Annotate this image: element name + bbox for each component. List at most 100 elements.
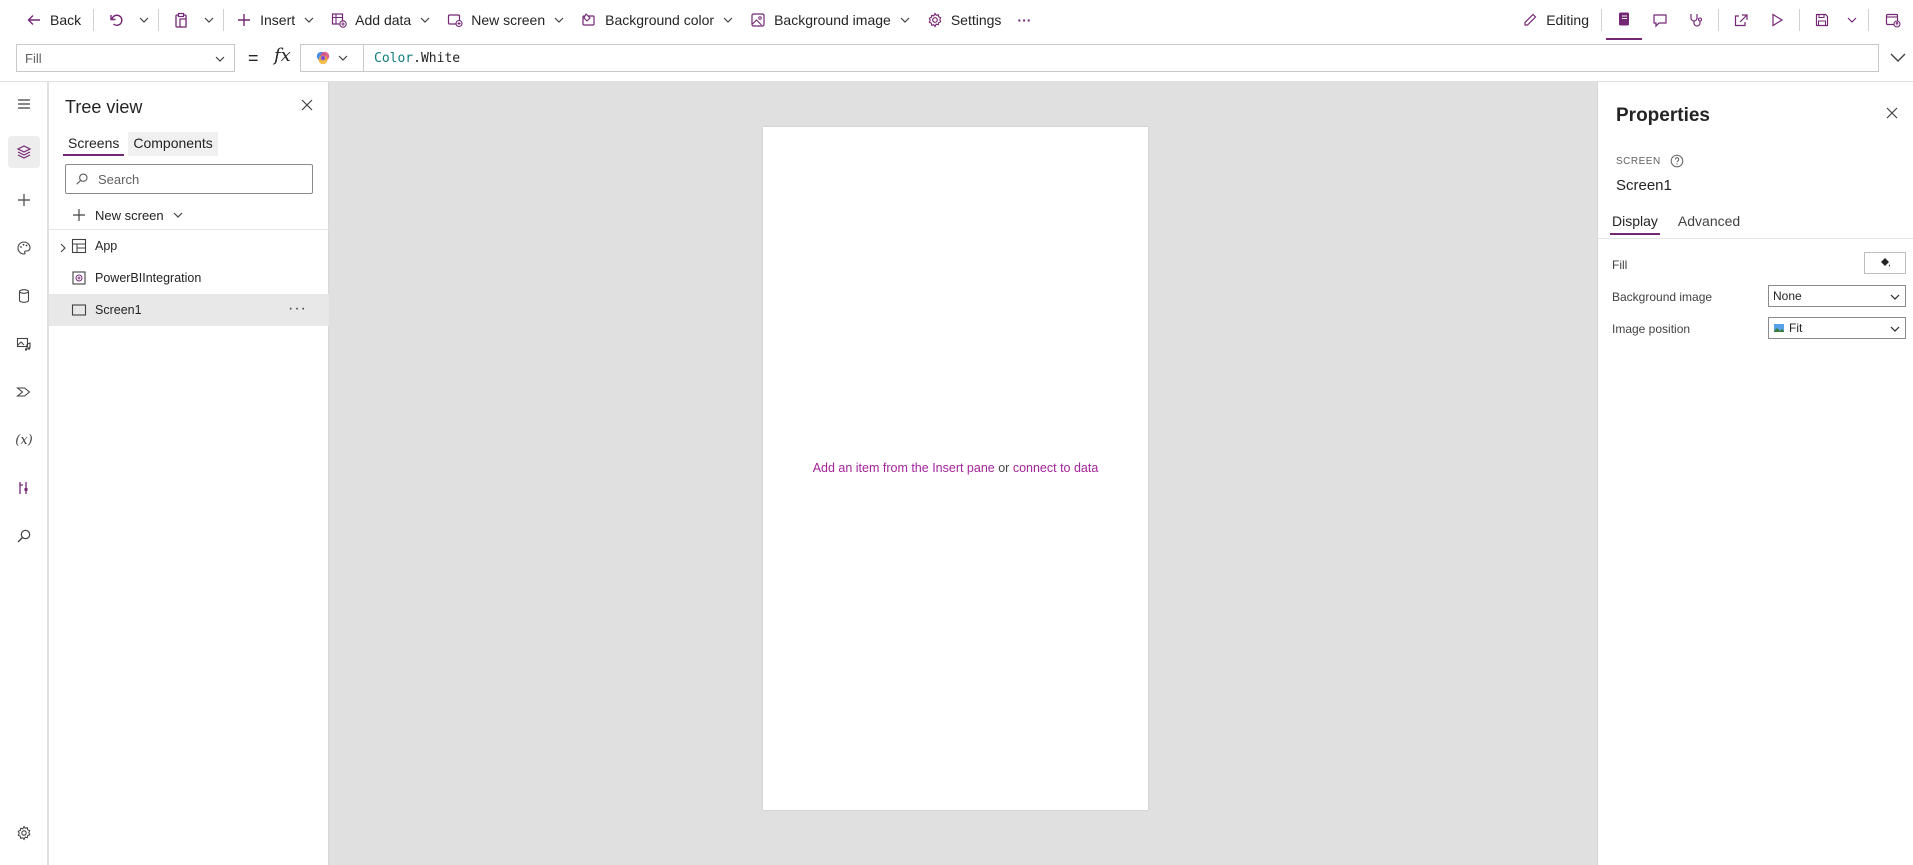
share-button[interactable] <box>1723 4 1759 36</box>
tree-item-powerbiintegration[interactable]: PowerBIIntegration <box>49 262 329 294</box>
connect-to-data-link[interactable]: connect to data <box>1013 461 1098 475</box>
save-dropdown-button[interactable] <box>1840 4 1864 36</box>
paste-dropdown-button[interactable] <box>199 4 219 36</box>
image-position-dropdown[interactable]: Fit <box>1768 317 1906 339</box>
separator <box>1718 9 1719 31</box>
back-label: Back <box>50 12 82 28</box>
chevron-down-icon <box>214 53 226 65</box>
undo-icon <box>108 12 124 28</box>
insert-pane-link[interactable]: Add an item from the Insert pane <box>813 461 995 475</box>
help-icon[interactable] <box>1669 153 1685 169</box>
comments-button[interactable] <box>1642 4 1678 36</box>
tab-display[interactable]: Display <box>1610 211 1660 235</box>
more-commands-button[interactable]: ··· <box>1009 4 1039 36</box>
separator <box>158 9 160 31</box>
editing-label: Editing <box>1546 12 1589 28</box>
insert-label: Insert <box>260 12 296 28</box>
separator <box>1601 9 1602 31</box>
chevron-down-icon <box>203 14 215 26</box>
new-screen-label: New screen <box>471 12 546 28</box>
themes-button[interactable] <box>8 232 40 264</box>
preview-button[interactable] <box>1759 4 1795 36</box>
insert-button[interactable]: Insert <box>228 4 323 36</box>
tree-view-pane: Tree view Screens Components Search New … <box>49 82 329 865</box>
power-automate-button[interactable] <box>8 376 40 408</box>
expand-formula-icon[interactable] <box>1889 50 1907 64</box>
data-button[interactable] <box>8 280 40 312</box>
more-options-icon[interactable]: ··· <box>288 300 307 318</box>
copilot-notebook-button[interactable] <box>1606 0 1642 40</box>
tree-item-label: App <box>95 239 118 253</box>
undo-button[interactable] <box>98 4 134 36</box>
background-color-label: Background color <box>605 12 715 28</box>
tree-view-tabs: Screens Components <box>63 132 218 156</box>
canvas-area[interactable]: Add an item from the Insert pane or conn… <box>330 82 1597 865</box>
tab-components[interactable]: Components <box>128 132 218 156</box>
chevron-down-icon <box>899 14 911 26</box>
new-screen-icon <box>447 12 463 28</box>
close-icon[interactable] <box>1885 106 1899 120</box>
control-name[interactable]: Screen1 <box>1616 177 1672 194</box>
tree-item-app[interactable]: App <box>49 230 329 262</box>
tree-search-input[interactable]: Search <box>65 164 313 194</box>
tree-view-button[interactable] <box>8 136 40 168</box>
plus-icon <box>236 12 252 28</box>
advanced-tools-button[interactable] <box>8 472 40 504</box>
undo-dropdown-button[interactable] <box>134 4 154 36</box>
publish-button[interactable] <box>1873 4 1913 36</box>
property-dropdown[interactable]: Fill <box>16 44 235 72</box>
close-icon[interactable] <box>300 98 314 112</box>
fill-label: Fill <box>1612 258 1628 272</box>
clipboard-icon <box>173 12 189 28</box>
tab-screens[interactable]: Screens <box>63 132 125 156</box>
insert-pane-button[interactable] <box>8 184 40 216</box>
search-rail-button[interactable] <box>8 520 40 552</box>
fill-color-picker[interactable] <box>1864 252 1906 274</box>
empty-canvas-message: Add an item from the Insert pane or conn… <box>763 461 1148 475</box>
settings-rail-button[interactable] <box>8 817 40 849</box>
command-bar-right: Editing <box>1514 0 1913 40</box>
chevron-down-icon <box>172 209 184 221</box>
properties-pane: Properties SCREEN Screen1 Display Advanc… <box>1597 82 1913 865</box>
settings-button[interactable]: Settings <box>919 4 1010 36</box>
paste-button[interactable] <box>163 4 199 36</box>
tree-new-screen-button[interactable]: New screen <box>71 202 184 228</box>
separator <box>223 9 225 31</box>
tree-item-screen1[interactable]: Screen1 ··· <box>49 294 329 326</box>
app-checker-button[interactable] <box>1678 4 1714 36</box>
app-icon <box>71 238 87 254</box>
chevron-down-icon <box>1889 291 1901 303</box>
layers-icon <box>16 144 32 160</box>
save-button[interactable] <box>1804 4 1840 36</box>
chevron-right-icon[interactable] <box>55 240 71 256</box>
equals-sign: = <box>248 48 259 68</box>
background-image-button[interactable]: Background image <box>742 4 919 36</box>
formula-keyword: Color <box>374 50 414 66</box>
chevron-down-icon <box>553 14 565 26</box>
copilot-button[interactable] <box>300 44 364 72</box>
background-image-label: Background image <box>774 12 891 28</box>
properties-tabs: Display Advanced <box>1610 211 1742 235</box>
chevron-down-icon <box>722 14 734 26</box>
media-button[interactable] <box>8 328 40 360</box>
formula-input[interactable]: Color .White <box>363 44 1879 72</box>
chevron-down-icon <box>337 52 349 64</box>
add-data-button[interactable]: Add data <box>323 4 439 36</box>
publish-icon <box>1885 12 1901 28</box>
media-icon <box>16 336 32 352</box>
back-button[interactable]: Back <box>18 4 89 36</box>
divider <box>1598 238 1913 239</box>
variables-button[interactable]: (x) <box>8 424 40 456</box>
screen-canvas[interactable]: Add an item from the Insert pane or conn… <box>763 127 1148 810</box>
tools-icon <box>16 480 32 496</box>
left-rail: (x) <box>0 82 48 865</box>
menu-button[interactable] <box>8 88 40 120</box>
editing-button[interactable]: Editing <box>1514 4 1597 36</box>
new-screen-button[interactable]: New screen <box>439 4 573 36</box>
background-image-dropdown[interactable]: None <box>1768 285 1906 307</box>
add-data-label: Add data <box>355 12 412 28</box>
tree-item-label: PowerBIIntegration <box>95 271 202 285</box>
function-icon[interactable]: fx <box>274 45 291 66</box>
background-color-button[interactable]: Background color <box>573 4 742 36</box>
tab-advanced[interactable]: Advanced <box>1676 211 1742 235</box>
